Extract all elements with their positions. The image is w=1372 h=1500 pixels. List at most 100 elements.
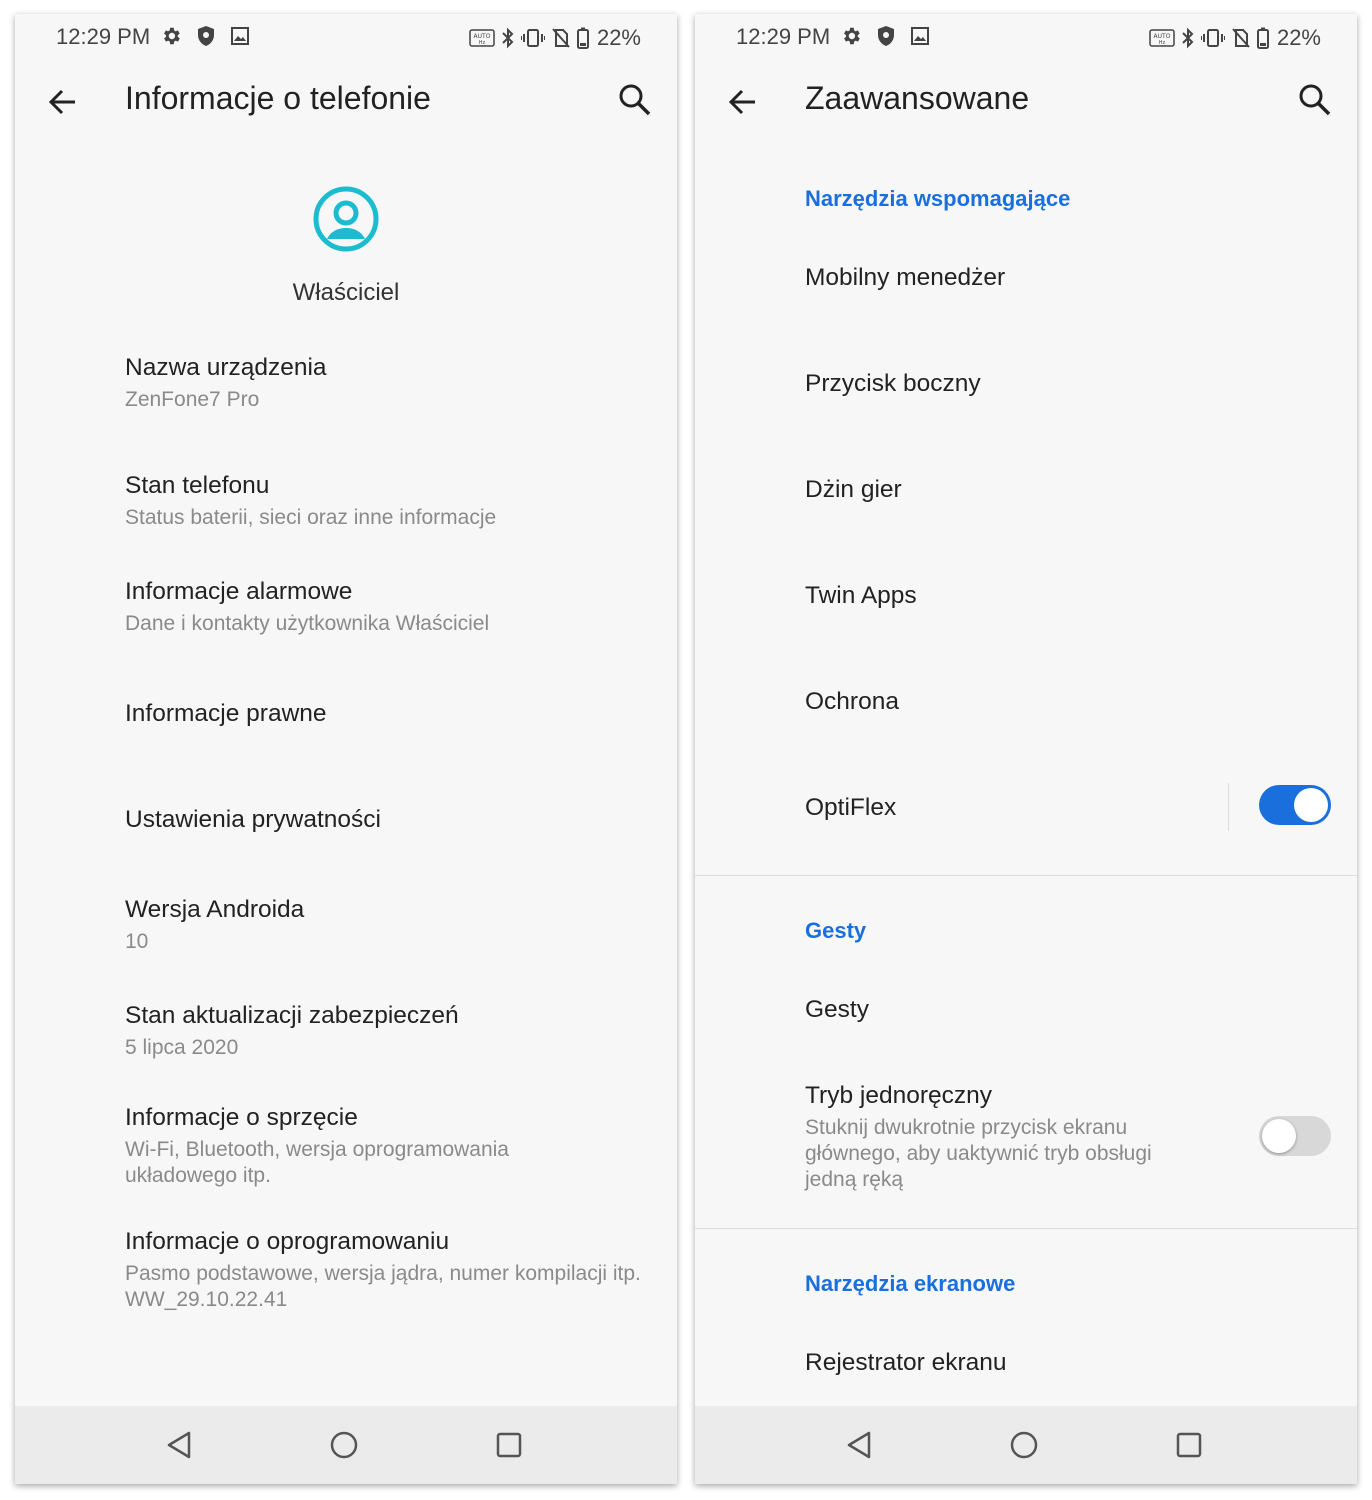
item-subtitle: Status baterii, sieci oraz inne informac… <box>125 506 497 529</box>
one-hand-mode-item[interactable]: Tryb jednoręczny Stuknij dwukrotnie przy… <box>805 1080 1187 1193</box>
item-subtitle: Pasmo podstawowe, wersja jądra, numer ko… <box>125 1262 641 1285</box>
item-title: Dżin gier <box>805 476 902 503</box>
item-title: Informacje o sprzęcie <box>125 1104 358 1131</box>
svg-text:AUTO: AUTO <box>474 33 491 40</box>
shield-icon <box>198 26 214 46</box>
nav-back-icon[interactable] <box>843 1428 877 1462</box>
build-number: WW_29.10.22.41 <box>125 1288 288 1311</box>
section-header-screen-tools: Narzędzia ekranowe <box>805 1271 1016 1296</box>
optiflex-item[interactable]: OptiFlex <box>805 792 1333 824</box>
owner-profile[interactable]: Właściciel <box>15 186 677 307</box>
toggle-knob <box>1262 1119 1296 1153</box>
vibrate-icon <box>1200 29 1225 47</box>
app-bar: Informacje o telefonie <box>15 74 677 144</box>
navigation-bar <box>15 1406 677 1484</box>
item-title: Informacje o oprogramowaniu <box>125 1228 450 1255</box>
item-title: Nazwa urządzenia <box>125 354 327 381</box>
item-title: Ochrona <box>805 688 899 715</box>
nav-recents-icon[interactable] <box>1172 1428 1206 1462</box>
nav-recents-icon[interactable] <box>492 1428 526 1462</box>
item-title: Stan telefonu <box>125 472 270 499</box>
item-subtitle: Stuknij dwukrotnie przycisk ekranu główn… <box>805 1116 1152 1191</box>
image-icon <box>231 27 249 45</box>
security-update-item[interactable]: Stan aktualizacji zabezpieczeń 5 lipca 2… <box>125 1000 653 1061</box>
phone-screen-advanced: 12:29 PM AUTO Hz 22% Zaawansowane Narzędz… <box>695 14 1357 1484</box>
search-icon[interactable] <box>1295 80 1335 120</box>
settings-icon <box>844 27 860 45</box>
item-subtitle: Wi-Fi, Bluetooth, wersja oprogramowania … <box>125 1138 509 1187</box>
protection-item[interactable]: Ochrona <box>805 686 1333 718</box>
settings-icon <box>164 27 180 45</box>
toggle-knob <box>1294 788 1328 822</box>
status-bar: 12:29 PM AUTO Hz 22% <box>15 14 677 60</box>
item-title: Twin Apps <box>805 582 917 609</box>
item-title: Stan aktualizacji zabezpieczeń <box>125 1002 459 1029</box>
item-title: Rejestrator ekranu <box>805 1349 1007 1376</box>
item-title: OptiFlex <box>805 794 897 821</box>
side-button-item[interactable]: Przycisk boczny <box>805 368 1333 400</box>
item-title: Ustawienia prywatności <box>125 806 381 833</box>
vibrate-icon <box>520 29 545 47</box>
software-info-item[interactable]: Informacje o oprogramowaniu Pasmo podsta… <box>125 1226 653 1313</box>
page-title: Zaawansowane <box>805 80 1030 116</box>
back-arrow-icon[interactable] <box>723 82 763 122</box>
battery-icon <box>1256 27 1269 49</box>
section-divider <box>695 875 1357 876</box>
app-bar: Zaawansowane <box>695 74 1357 144</box>
item-subtitle: ZenFone7 Pro <box>125 388 260 411</box>
legal-info-item[interactable]: Informacje prawne <box>125 698 653 730</box>
svg-text:Hz: Hz <box>479 40 486 46</box>
item-title: Wersja Androida <box>125 896 305 923</box>
section-header-gestures: Gesty <box>805 918 867 943</box>
nav-home-icon[interactable] <box>1007 1428 1041 1462</box>
item-subtitle: 5 lipca 2020 <box>125 1036 239 1059</box>
auto-hz-icon: AUTOHz <box>469 29 495 47</box>
mobile-manager-item[interactable]: Mobilny menedżer <box>805 262 1333 294</box>
twin-apps-item[interactable]: Twin Apps <box>805 580 1333 612</box>
battery-percent: 22% <box>1276 25 1321 50</box>
page-title: Informacje o telefonie <box>125 80 431 116</box>
status-time: 12:29 PM <box>56 24 151 49</box>
account-circle-icon <box>313 186 379 252</box>
item-title: Przycisk boczny <box>805 370 981 397</box>
navigation-bar <box>695 1406 1357 1484</box>
privacy-settings-item[interactable]: Ustawienia prywatności <box>125 804 653 836</box>
hardware-info-item[interactable]: Informacje o sprzęcie Wi-Fi, Bluetooth, … <box>125 1102 557 1189</box>
bluetooth-icon <box>502 27 514 49</box>
item-title: Informacje prawne <box>125 700 327 727</box>
status-time: 12:29 PM <box>736 24 831 49</box>
back-arrow-icon[interactable] <box>43 82 83 122</box>
nav-back-icon[interactable] <box>163 1428 197 1462</box>
phone-screen-about-phone: 12:29 PM AUTO Hz 22% Informacje o telefon… <box>15 14 677 1484</box>
svg-text:AUTO: AUTO <box>1154 33 1171 40</box>
status-bar: 12:29 PM AUTO Hz 22% <box>695 14 1357 60</box>
no-sim-icon <box>1232 28 1250 48</box>
battery-icon <box>576 27 589 49</box>
one-hand-mode-toggle[interactable] <box>1259 1116 1331 1156</box>
optiflex-toggle[interactable] <box>1259 785 1331 825</box>
toggle-separator <box>1228 783 1229 831</box>
android-version-item[interactable]: Wersja Androida 10 <box>125 894 653 955</box>
no-sim-icon <box>552 28 570 48</box>
emergency-info-item[interactable]: Informacje alarmowe Dane i kontakty użyt… <box>125 576 653 637</box>
item-title: Mobilny menedżer <box>805 264 1006 291</box>
phone-status-item[interactable]: Stan telefonu Status baterii, sieci oraz… <box>125 470 653 531</box>
search-icon[interactable] <box>615 80 655 120</box>
gestures-item[interactable]: Gesty <box>805 994 1333 1026</box>
auto-hz-icon: AUTOHz <box>1149 29 1175 47</box>
item-title: Gesty <box>805 996 869 1023</box>
item-title: Informacje alarmowe <box>125 578 353 605</box>
item-subtitle: Dane i kontakty użytkownika Właściciel <box>125 612 490 635</box>
item-title: Tryb jednoręczny <box>805 1082 993 1109</box>
section-divider <box>695 1228 1357 1229</box>
section-header-assist-tools: Narzędzia wspomagające <box>805 186 1071 211</box>
shield-icon <box>878 26 894 46</box>
screen-recorder-item[interactable]: Rejestrator ekranu <box>805 1347 1333 1379</box>
game-genie-item[interactable]: Dżin gier <box>805 474 1333 506</box>
image-icon <box>911 27 929 45</box>
nav-home-icon[interactable] <box>327 1428 361 1462</box>
svg-text:Hz: Hz <box>1159 40 1166 46</box>
owner-name: Właściciel <box>292 279 400 306</box>
battery-percent: 22% <box>596 25 641 50</box>
device-name-item[interactable]: Nazwa urządzenia ZenFone7 Pro <box>125 352 653 413</box>
